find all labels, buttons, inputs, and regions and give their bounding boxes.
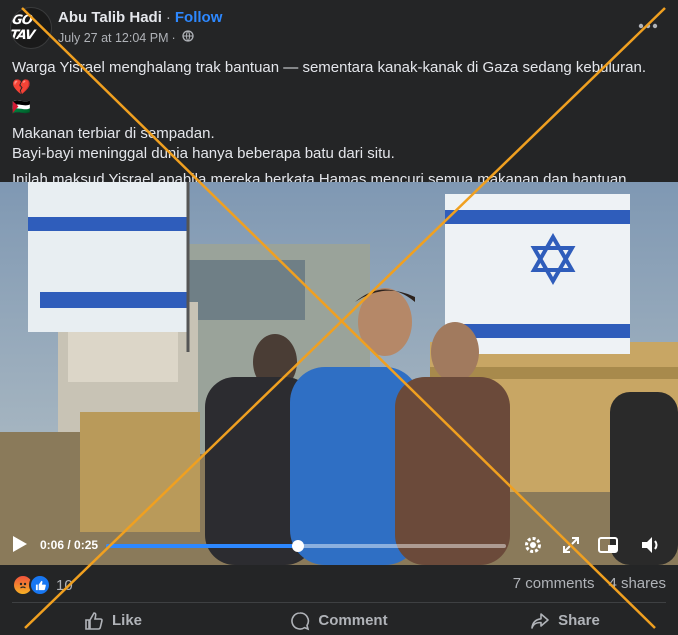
settings-icon[interactable] bbox=[522, 534, 544, 556]
post-paragraph-1: Warga Yisrael menghalang trak bantuan — … bbox=[12, 58, 668, 118]
post-header: GO TAV Abu Talib Hadi · Follow July 27 at … bbox=[0, 0, 678, 52]
video-frame bbox=[0, 182, 678, 565]
video-progress-handle[interactable] bbox=[292, 540, 304, 552]
avatar-logo-text: GO TAV bbox=[10, 13, 36, 43]
share-button[interactable]: Share bbox=[452, 606, 678, 635]
play-icon[interactable] bbox=[10, 534, 30, 554]
palestine-flag-emoji: 🇵🇸 bbox=[12, 99, 31, 116]
more-options-button[interactable] bbox=[634, 14, 662, 38]
post-meta: July 27 at 12:04 PM · bbox=[58, 30, 194, 45]
reaction-count: 10 bbox=[56, 576, 73, 594]
name-separator: · bbox=[165, 9, 171, 26]
comments-count-link[interactable]: 7 comments bbox=[513, 575, 595, 592]
post-line-1: Warga Yisrael menghalang trak bantuan — … bbox=[12, 59, 646, 96]
video-progress-bar[interactable] bbox=[106, 540, 506, 552]
more-dots-icon bbox=[638, 23, 658, 29]
comment-button[interactable]: Comment bbox=[226, 606, 452, 635]
like-button[interactable]: Like bbox=[0, 606, 226, 635]
comment-label: Comment bbox=[318, 612, 388, 629]
stats-divider bbox=[12, 602, 666, 603]
engagement-counts: 7 comments 4 shares bbox=[499, 575, 666, 592]
post-actions: Like Comment Share bbox=[0, 606, 678, 635]
thumbs-up-icon bbox=[85, 611, 103, 630]
share-arrow-icon bbox=[531, 612, 549, 629]
post-line-3: Bayi-bayi meninggal dunia hanya beberapa… bbox=[12, 145, 395, 162]
share-label: Share bbox=[558, 612, 600, 629]
post-text: Warga Yisrael menghalang trak bantuan — … bbox=[12, 58, 668, 190]
avatar[interactable]: GO TAV bbox=[10, 7, 52, 49]
post-line-2: Makanan terbiar di sempadan. bbox=[12, 125, 215, 142]
author-row: Abu Talib Hadi · Follow bbox=[58, 9, 222, 26]
follow-button[interactable]: Follow bbox=[175, 9, 223, 26]
reactions-summary[interactable]: 10 bbox=[12, 574, 73, 596]
miniplayer-icon[interactable] bbox=[597, 534, 619, 556]
video-progress-fill bbox=[106, 544, 298, 548]
post-timestamp[interactable]: July 27 at 12:04 PM bbox=[58, 31, 168, 45]
like-label: Like bbox=[111, 612, 142, 629]
meta-separator: · bbox=[171, 30, 176, 45]
author-name[interactable]: Abu Talib Hadi bbox=[58, 9, 162, 26]
post-stats: 10 7 comments 4 shares bbox=[0, 566, 678, 602]
fullscreen-icon[interactable] bbox=[560, 534, 582, 556]
volume-icon[interactable] bbox=[640, 534, 662, 556]
like-reaction-icon bbox=[29, 574, 51, 596]
video-controls: 0:06 / 0:25 bbox=[0, 528, 678, 564]
video-time: 0:06 / 0:25 bbox=[40, 538, 99, 552]
comment-bubble-icon bbox=[291, 611, 310, 630]
shares-count-link[interactable]: 4 shares bbox=[608, 575, 666, 592]
video-player[interactable] bbox=[0, 182, 678, 565]
globe-icon bbox=[182, 30, 194, 45]
